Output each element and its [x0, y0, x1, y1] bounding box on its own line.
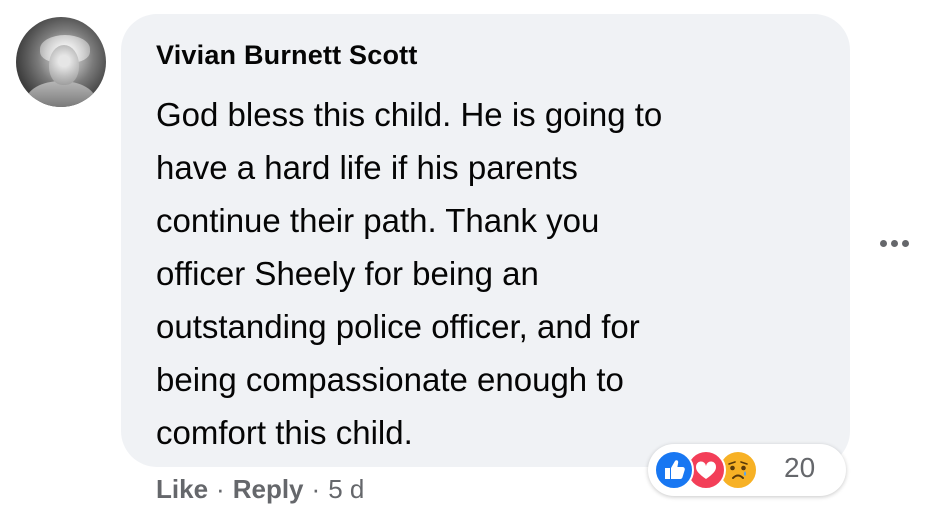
comment-author[interactable]: Vivian Burnett Scott	[156, 40, 418, 71]
more-horizontal-icon	[878, 239, 911, 247]
reply-button[interactable]: Reply	[233, 474, 304, 504]
comment-actions: Like · Reply · 5 d	[156, 474, 364, 505]
reactions-count: 20	[784, 452, 816, 483]
like-button[interactable]: Like	[156, 474, 208, 504]
comment-text-line: have a hard life if his parents	[156, 149, 578, 186]
comment-text-line: outstanding police officer, and for	[156, 308, 640, 345]
comment-text-line: continue their path. Thank you	[156, 202, 600, 239]
more-options-button[interactable]	[874, 228, 914, 258]
avatar-face	[49, 45, 79, 85]
comment-text-line: officer Sheely for being an	[156, 255, 539, 292]
comment-text: God bless this child. He is going to hav…	[156, 88, 836, 459]
comment-text-line: being compassionate enough to	[156, 361, 624, 398]
avatar[interactable]	[16, 17, 106, 107]
separator: ·	[216, 474, 225, 504]
separator: ·	[311, 474, 321, 504]
comment-text-line: God bless this child. He is going to	[156, 96, 663, 133]
comment-timestamp[interactable]: 5 d	[328, 474, 364, 504]
like-icon	[654, 450, 694, 490]
reactions-summary[interactable]: 20	[648, 444, 846, 496]
